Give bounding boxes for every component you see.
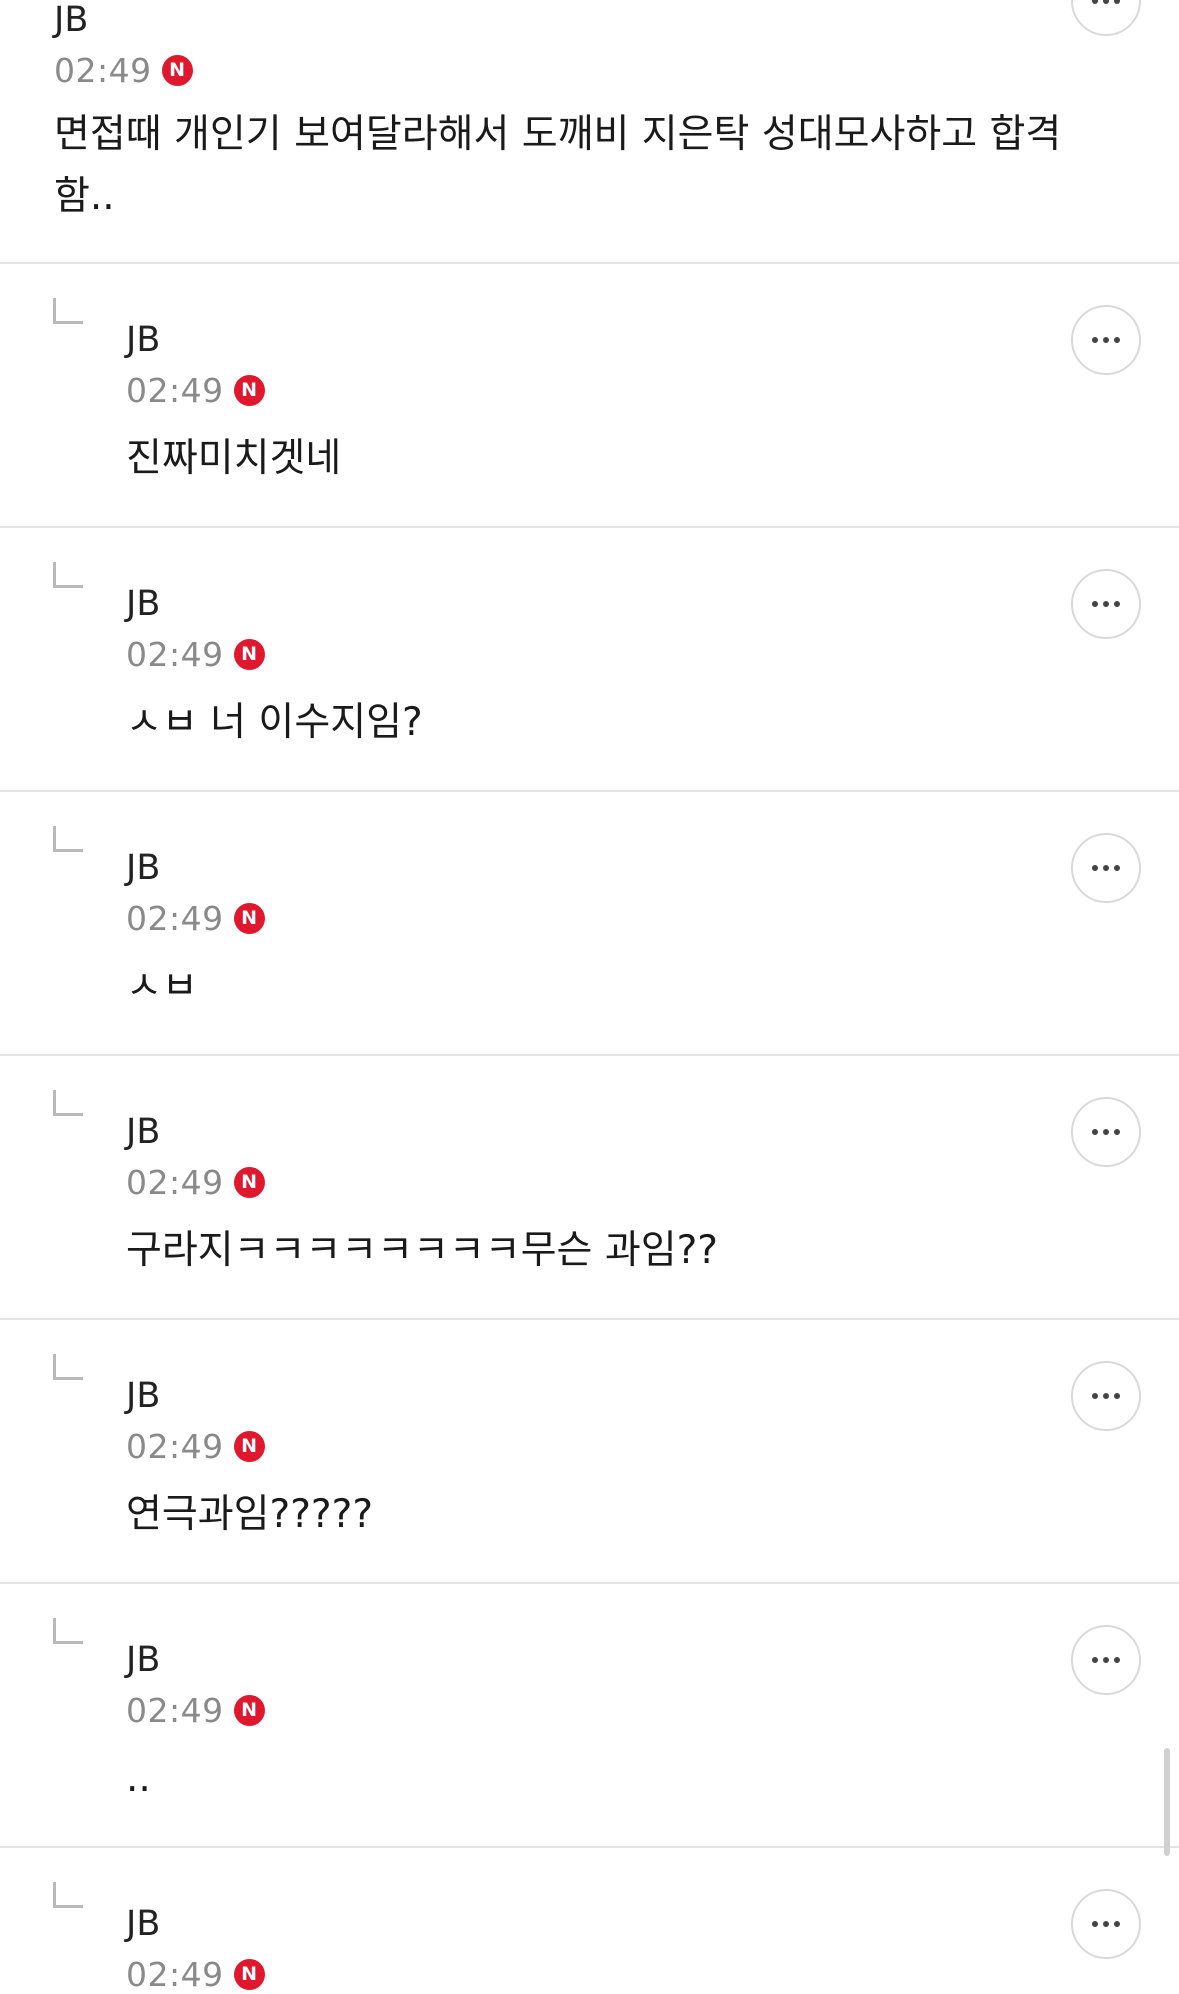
reply-arrow-icon (53, 826, 83, 852)
reply-arrow-icon (53, 1090, 83, 1116)
comment-author[interactable]: JB (126, 848, 160, 888)
comment-time: 02:49 (126, 1162, 224, 1202)
comment-meta: 02:49 N (126, 634, 265, 674)
more-horizontal-icon (1092, 1657, 1098, 1663)
comment-text: 연극과임????? (126, 1492, 374, 1537)
reply-item: JB 02:49 N 연극과임????? (0, 1320, 1179, 1584)
more-options-button[interactable] (1071, 1625, 1141, 1695)
comment-text: 면접때 개인기 보여달라해서 도깨비 지은탁 성대모사하고 합격 함.. (54, 112, 1062, 219)
reply-item: JB 02:49 N ㅅㅂ (0, 792, 1179, 1056)
comment-meta: 02:49 N (126, 898, 265, 938)
comment-meta: 02:49 N (126, 1162, 265, 1202)
new-badge-icon: N (233, 374, 265, 406)
comment-author[interactable]: JB (126, 1640, 160, 1680)
reply-arrow-icon (53, 562, 83, 588)
more-horizontal-icon (1092, 337, 1098, 343)
comment-author[interactable]: JB (54, 0, 88, 40)
more-options-button[interactable] (1071, 833, 1141, 903)
new-badge-icon: N (161, 54, 193, 86)
scrollbar[interactable] (1164, 1748, 1170, 1856)
more-options-button[interactable] (1071, 569, 1141, 639)
more-horizontal-icon (1092, 601, 1098, 607)
new-badge-icon: N (233, 1694, 265, 1726)
more-options-button[interactable] (1071, 1361, 1141, 1431)
comment-author[interactable]: JB (126, 1112, 160, 1152)
comment-meta: 02:49 N (126, 1690, 265, 1730)
comment-text: 진짜미치겟네 (126, 436, 342, 481)
reply-item: JB 02:49 N (0, 1848, 1179, 1994)
reply-arrow-icon (53, 1882, 83, 1908)
comment-time: 02:49 (126, 1426, 224, 1466)
comment-item: JB 02:49 N 면접때 개인기 보여달라해서 도깨비 지은탁 성대모사하고… (0, 0, 1179, 264)
more-options-button[interactable] (1071, 1889, 1141, 1959)
reply-arrow-icon (53, 298, 83, 324)
new-badge-icon: N (233, 1958, 265, 1990)
more-horizontal-icon (1092, 1129, 1098, 1135)
reply-item: JB 02:49 N 구라지ㅋㅋㅋㅋㅋㅋㅋㅋ무슨 과임?? (0, 1056, 1179, 1320)
reply-arrow-icon (53, 1618, 83, 1644)
comment-time: 02:49 (54, 50, 152, 90)
reply-arrow-icon (53, 1354, 83, 1380)
more-options-button[interactable] (1071, 1097, 1141, 1167)
more-horizontal-icon (1092, 1393, 1098, 1399)
more-horizontal-icon (1092, 0, 1098, 4)
comment-text: ㅅㅂ 너 이수지임? (126, 700, 423, 745)
comment-text: ㅅㅂ (126, 964, 198, 1009)
reply-item: JB 02:49 N ㅅㅂ 너 이수지임? (0, 528, 1179, 792)
comment-meta: 02:49 N (126, 1426, 265, 1466)
more-horizontal-icon (1092, 1921, 1098, 1927)
new-badge-icon: N (233, 902, 265, 934)
comment-meta: 02:49 N (54, 50, 193, 90)
comment-author[interactable]: JB (126, 584, 160, 624)
reply-item: JB 02:49 N .. (0, 1584, 1179, 1848)
comment-meta: 02:49 N (126, 1954, 265, 1994)
reply-item: JB 02:49 N 진짜미치겟네 (0, 264, 1179, 528)
comment-text: 구라지ㅋㅋㅋㅋㅋㅋㅋㅋ무슨 과임?? (126, 1228, 718, 1273)
comment-author[interactable]: JB (126, 320, 160, 360)
comment-meta: 02:49 N (126, 370, 265, 410)
new-badge-icon: N (233, 1166, 265, 1198)
comment-time: 02:49 (126, 634, 224, 674)
more-horizontal-icon (1092, 865, 1098, 871)
new-badge-icon: N (233, 1430, 265, 1462)
comment-author[interactable]: JB (126, 1904, 160, 1944)
comment-text: .. (126, 1756, 151, 1801)
comment-author[interactable]: JB (126, 1376, 160, 1416)
comment-time: 02:49 (126, 898, 224, 938)
more-options-button[interactable] (1071, 0, 1141, 36)
comment-time: 02:49 (126, 370, 224, 410)
more-options-button[interactable] (1071, 305, 1141, 375)
new-badge-icon: N (233, 638, 265, 670)
comment-time: 02:49 (126, 1690, 224, 1730)
